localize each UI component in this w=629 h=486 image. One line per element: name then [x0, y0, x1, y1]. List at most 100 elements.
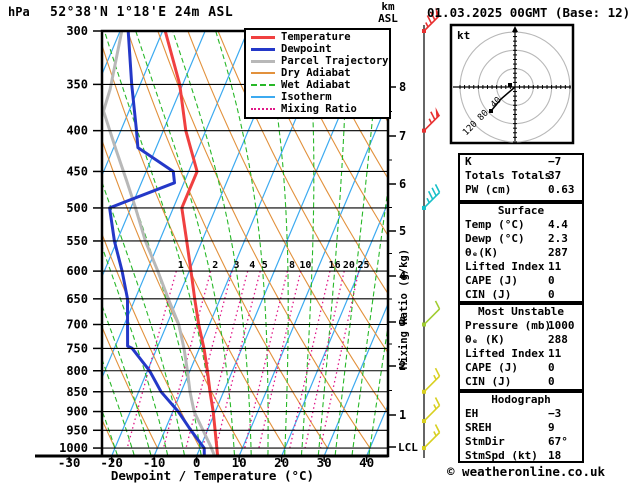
- temp-tick-label: -30: [58, 455, 81, 470]
- indices-row: K −7: [460, 155, 582, 169]
- stat-label: EH: [465, 407, 478, 420]
- stat-value: 2.3: [548, 232, 568, 246]
- copyright: © weatheronline.co.uk: [447, 464, 605, 479]
- legend-item-label: Dewpoint: [281, 43, 332, 55]
- most-unstable-title: Most Unstable: [460, 305, 582, 319]
- pressure-tick-label: 700: [66, 318, 88, 332]
- mixing-ratio-label: 3: [234, 260, 240, 271]
- pressure-tick-label: 650: [66, 292, 88, 306]
- stat-label: Temp (°C): [465, 218, 525, 231]
- legend-line-sample: [251, 72, 275, 74]
- most-unstable-row: CAPE (J) 0: [460, 361, 582, 375]
- stat-value: 18: [548, 449, 561, 463]
- stat-value: 4.4: [548, 218, 568, 232]
- legend-item-label: Isotherm: [281, 91, 332, 103]
- pressure-tick-label: 450: [66, 164, 88, 178]
- km-tick-label: 7: [399, 129, 406, 143]
- stat-value: 11: [548, 260, 561, 274]
- mixing-ratio-label: 10: [299, 260, 311, 271]
- page-title: 52°38'N 1°18'E 24m ASL: [50, 5, 233, 20]
- mixing-ratio-label: 20: [343, 260, 355, 271]
- mixing-ratio-label: 1: [178, 260, 184, 271]
- stat-value: 37: [548, 169, 561, 183]
- pressure-tick-label: 950: [66, 423, 88, 437]
- legend-item-label: Parcel Trajectory: [281, 55, 388, 67]
- x-axis-title: Dewpoint / Temperature (°C): [100, 468, 325, 483]
- hodograph-panel: HodographEH−3SREH9StmDir67°StmSpd (kt)18: [458, 391, 584, 463]
- stat-value: 67°: [548, 435, 568, 449]
- pressure-tick-label: 350: [66, 77, 88, 91]
- mixing-ratio-axis-title: Mixing Ratio (g/kg): [398, 232, 410, 386]
- legend: TemperatureDewpointParcel TrajectoryDry …: [244, 28, 391, 119]
- most-unstable-row: θₑ (K) 288: [460, 333, 582, 347]
- stat-label: PW (cm): [465, 183, 511, 196]
- stat-label: StmSpd (kt): [465, 449, 538, 462]
- temp-tick-label: 40: [359, 455, 374, 470]
- surface-row: CAPE (J) 0: [460, 274, 582, 288]
- stat-value: −7: [548, 155, 561, 169]
- stat-label: Totals Totals: [465, 169, 551, 182]
- stat-label: StmDir: [465, 435, 505, 448]
- legend-line-sample: [251, 48, 275, 51]
- stat-value: −3: [548, 407, 561, 421]
- stat-label: Pressure (mb): [465, 319, 551, 332]
- hodograph: kt4080120: [451, 25, 573, 143]
- most-unstable-row: Lifted Index 11: [460, 347, 582, 361]
- stat-label: K: [465, 155, 472, 168]
- pressure-tick-label: 300: [66, 24, 88, 38]
- stat-value: 0: [548, 274, 555, 288]
- stat-label: θₑ(K): [465, 246, 498, 259]
- stat-label: SREH: [465, 421, 492, 434]
- km-tick-label: 6: [399, 177, 406, 191]
- surface-row: Temp (°C) 4.4: [460, 218, 582, 232]
- legend-item: Wet Adiabat: [246, 79, 389, 91]
- surface-panel: SurfaceTemp (°C)4.4Dewp (°C)2.3θₑ(K)287L…: [458, 202, 584, 303]
- stat-label: CIN (J): [465, 375, 511, 388]
- pressure-tick-label: 900: [66, 405, 88, 419]
- stat-value: 11: [548, 347, 561, 361]
- surface-row: Dewp (°C)2.3: [460, 232, 582, 246]
- stat-label: CAPE (J): [465, 361, 518, 374]
- stat-value: 0: [548, 361, 555, 375]
- indices-row: Totals Totals37: [460, 169, 582, 183]
- stat-value: 288: [548, 333, 568, 347]
- stat-value: 0.63: [548, 183, 575, 197]
- skewt-app: 3003504004505005506006507007508008509009…: [0, 0, 629, 486]
- lcl-label: LCL: [398, 441, 418, 454]
- km-axis-header: km ASL: [371, 1, 405, 25]
- pressure-tick-label: 850: [66, 385, 88, 399]
- stat-value: 0: [548, 288, 555, 302]
- asl-unit-label: ASL: [371, 13, 405, 25]
- pressure-tick-label: 750: [66, 341, 88, 355]
- stat-label: Lifted Index: [465, 347, 544, 360]
- indices-row: PW (cm) 0.63: [460, 183, 582, 197]
- mixing-ratio-label: 2: [212, 260, 218, 271]
- stat-label: CAPE (J): [465, 274, 518, 287]
- legend-item-label: Temperature: [281, 31, 351, 43]
- hodograph-row: EH −3: [460, 407, 582, 421]
- pressure-tick-label: 1000: [59, 441, 88, 455]
- most-unstable-row: Pressure (mb)1000: [460, 319, 582, 333]
- mixing-ratio-label: 16: [329, 260, 341, 271]
- legend-item-label: Mixing Ratio: [281, 103, 357, 115]
- legend-item: Dry Adiabat: [246, 67, 389, 79]
- mixing-ratio-label: 25: [357, 260, 369, 271]
- pressure-unit-label: hPa: [8, 5, 30, 19]
- surface-row: CIN (J)0: [460, 288, 582, 302]
- mixing-ratio-label: 4: [249, 260, 255, 271]
- stat-label: θₑ (K): [465, 333, 505, 346]
- legend-item-label: Dry Adiabat: [281, 67, 351, 79]
- hodograph-trace-marker: [489, 109, 493, 113]
- surface-row: θₑ(K)287: [460, 246, 582, 260]
- mixing-ratio-label: 5: [262, 260, 268, 271]
- pressure-tick-label: 800: [66, 364, 88, 378]
- stat-value: 0: [548, 375, 555, 389]
- stat-label: Lifted Index: [465, 260, 544, 273]
- surface-row: Lifted Index 11: [460, 260, 582, 274]
- legend-line-sample: [251, 84, 275, 86]
- km-tick-label: 8: [399, 80, 406, 94]
- pressure-tick-label: 400: [66, 124, 88, 138]
- legend-item: Temperature: [246, 31, 389, 43]
- km-tick-label: 1: [399, 408, 406, 422]
- datetime-label: 01.03.2025 00GMT (Base: 12): [427, 5, 629, 20]
